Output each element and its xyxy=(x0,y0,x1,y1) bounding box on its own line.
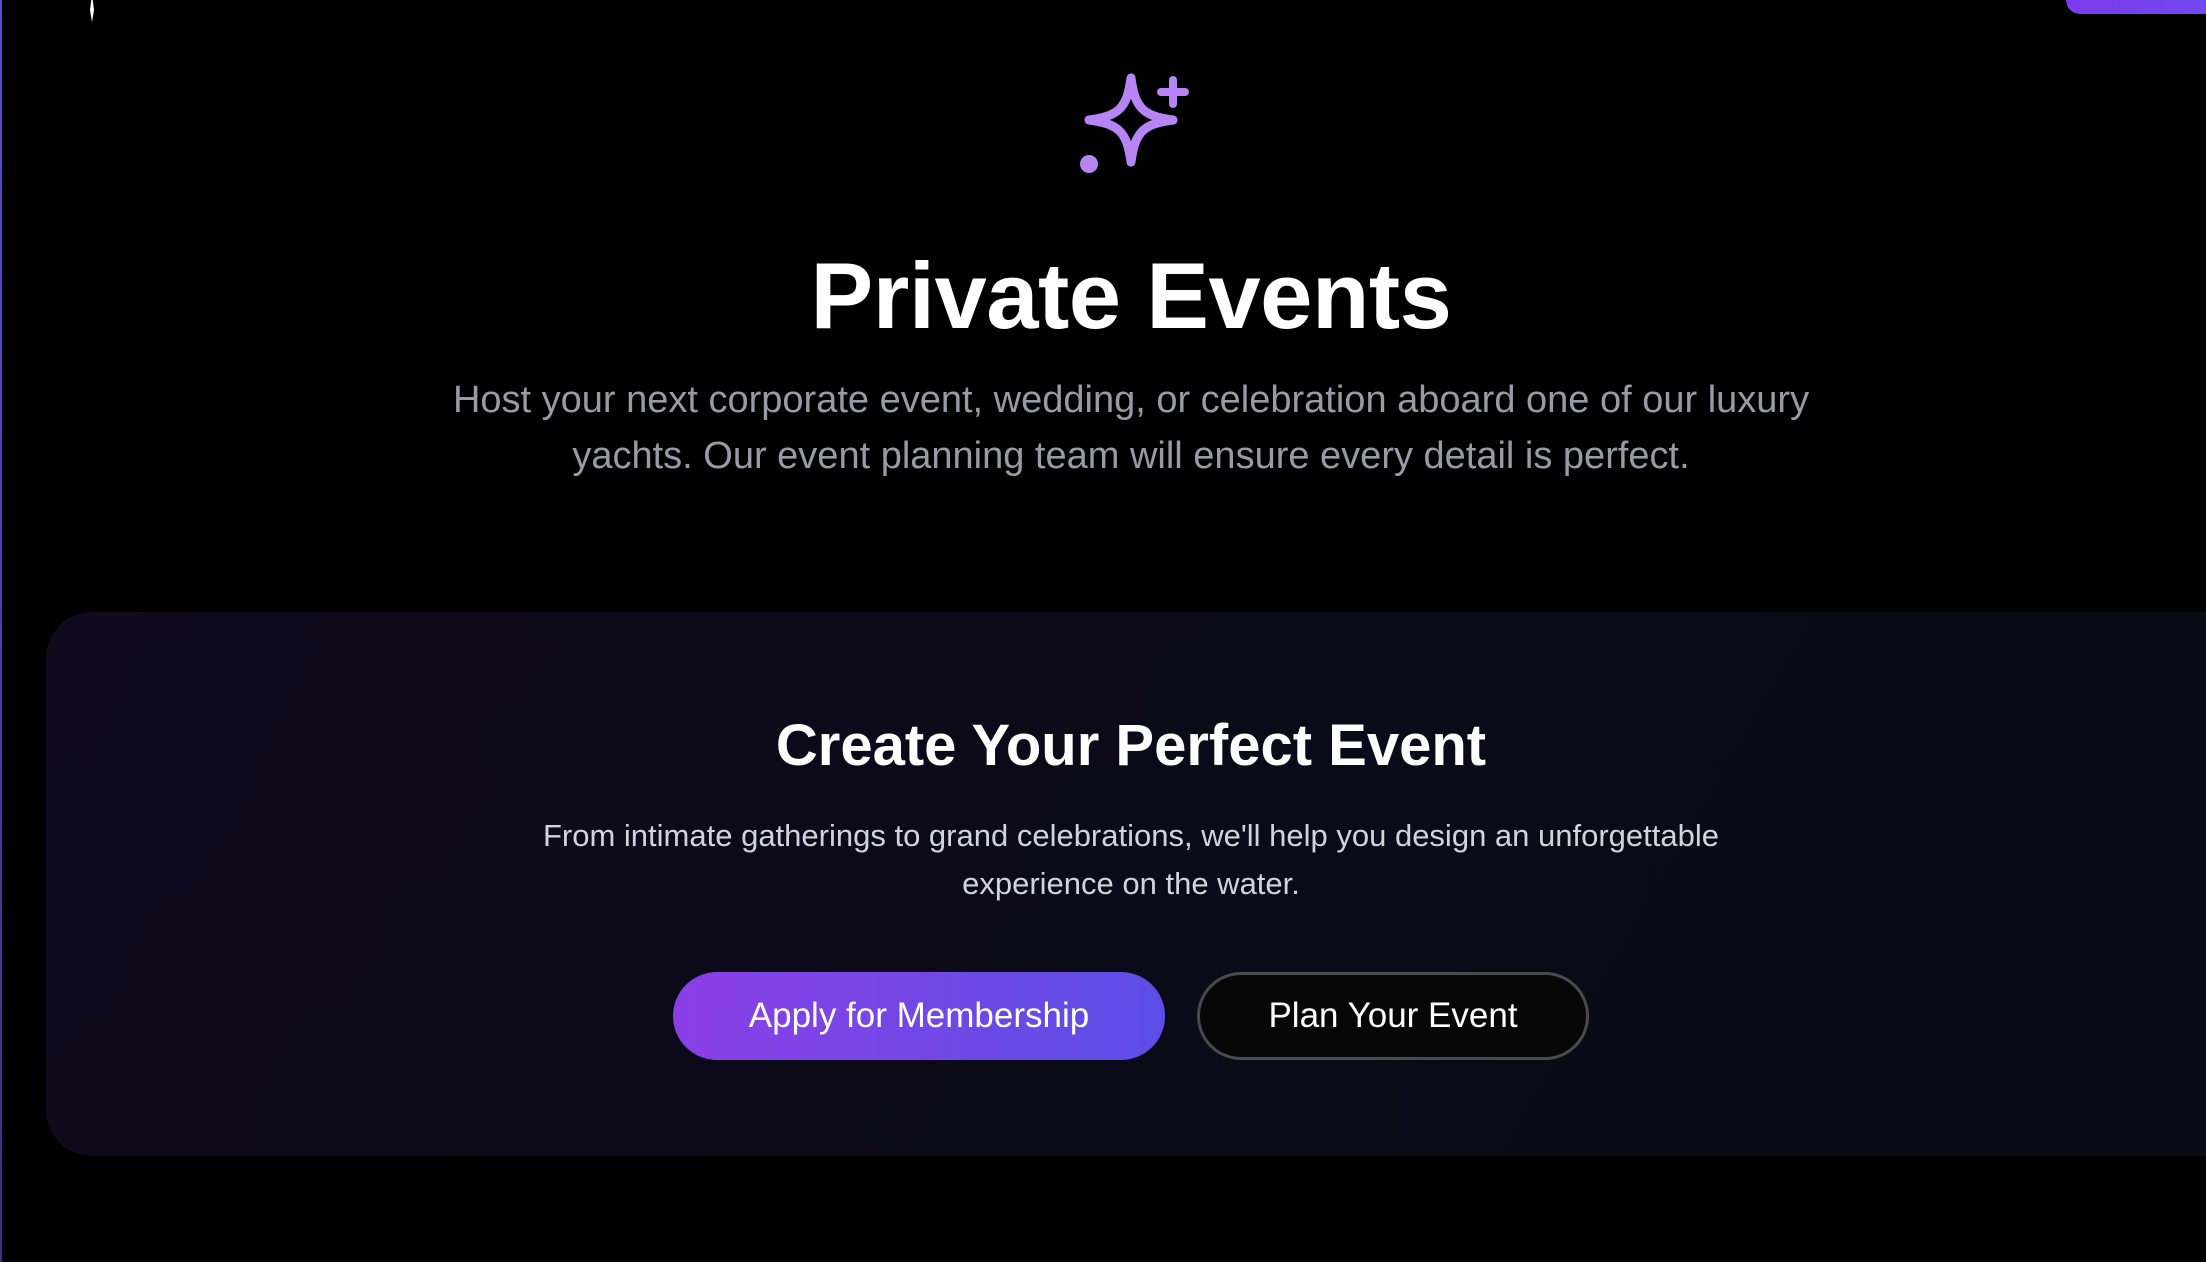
plan-event-button[interactable]: Plan Your Event xyxy=(1197,972,1589,1060)
sparkles-icon xyxy=(1080,73,1189,173)
header-cta-button[interactable] xyxy=(2066,0,2206,14)
page-description: Host your next corporate event, wedding,… xyxy=(452,379,1810,477)
page-title: Private Events xyxy=(810,243,1452,348)
left-edge-accent xyxy=(0,0,2,1262)
star-logo-icon[interactable] xyxy=(80,0,104,22)
page: Private Events Host your next corporate … xyxy=(0,0,2206,1262)
cta-description: From intimate gatherings to grand celebr… xyxy=(542,818,1719,901)
apply-membership-button[interactable]: Apply for Membership xyxy=(673,972,1165,1060)
cta-title: Create Your Perfect Event xyxy=(775,713,1487,778)
